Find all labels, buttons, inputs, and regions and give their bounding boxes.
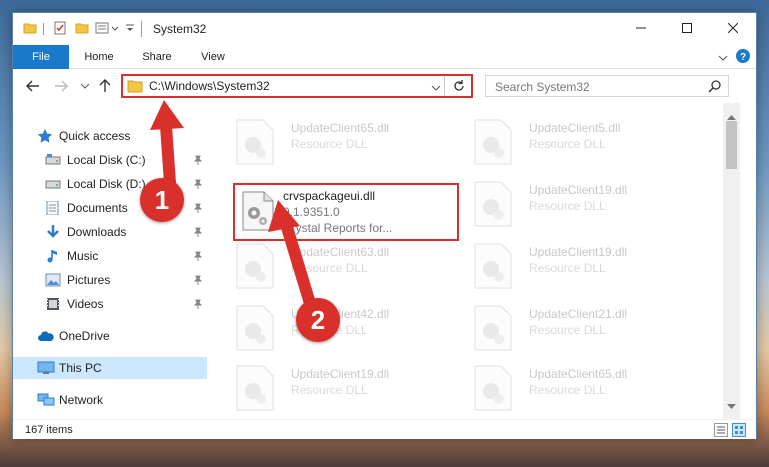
annotation-arrows — [150, 100, 318, 316]
step-1-badge: 1 — [140, 178, 184, 222]
step-2-badge: 2 — [296, 298, 340, 342]
